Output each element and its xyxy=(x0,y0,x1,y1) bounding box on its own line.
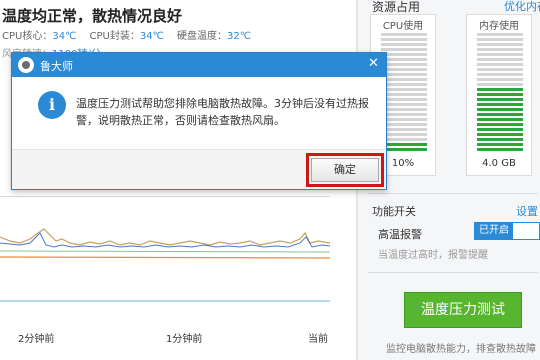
meter-segment xyxy=(477,138,523,141)
cpu-core-label: CPU核心： xyxy=(2,31,53,42)
meter-segment xyxy=(381,148,427,151)
meter-segment xyxy=(381,118,427,121)
meter-segment xyxy=(477,48,523,51)
meter-segment xyxy=(477,108,523,111)
meter-segment xyxy=(381,128,427,131)
disk-temp-value: 32℃ xyxy=(227,31,251,42)
meter-segment xyxy=(477,53,523,56)
meter-segment xyxy=(477,93,523,96)
cpu-package-value: 34℃ xyxy=(139,31,164,42)
meter-segment xyxy=(477,113,523,116)
stress-test-description: 监控电脑散热能力，排查散热故障 xyxy=(386,344,536,355)
meter-segment xyxy=(477,118,523,121)
chart-x-axis: 2分钟前 1分钟前 当前 xyxy=(0,328,336,348)
meter-segment xyxy=(477,38,523,41)
meter-segment xyxy=(381,73,427,76)
ok-button[interactable]: 确定 xyxy=(311,158,379,182)
meter-segment xyxy=(381,138,427,141)
status-headline: 温度均正常，散热情况良好 xyxy=(2,7,183,25)
meter-segment xyxy=(381,113,427,116)
meter-segment xyxy=(381,48,427,51)
tick-label-1min: 1分钟前 xyxy=(166,334,203,345)
meter-segment xyxy=(381,78,427,81)
meter-segment xyxy=(477,78,523,81)
close-icon[interactable]: ✕ xyxy=(368,56,379,71)
meter-segment xyxy=(381,93,427,96)
cpu-core-value: 34℃ xyxy=(52,31,77,42)
info-icon: i xyxy=(38,91,66,119)
meter-segment xyxy=(477,98,523,101)
settings-link[interactable]: 设置 xyxy=(516,203,538,219)
meter-segment xyxy=(381,108,427,111)
meter-segment xyxy=(477,103,523,106)
meter-segment xyxy=(381,123,427,126)
stress-test-button[interactable]: 温度压力测试 xyxy=(404,292,522,328)
meter-segment xyxy=(477,123,523,126)
memory-usage-bars xyxy=(477,33,523,153)
memory-usage-value: 4.0 GB xyxy=(482,158,516,169)
temp-line-1 xyxy=(0,228,330,246)
memory-usage-meter: 内存使用 4.0 GB xyxy=(466,14,532,176)
dialog-title: 鲁大师 xyxy=(40,60,73,73)
meter-segment xyxy=(381,68,427,71)
section-divider-2 xyxy=(368,272,538,273)
meter-segment xyxy=(477,133,523,136)
meter-segment xyxy=(477,83,523,86)
temperature-chart-svg xyxy=(0,228,330,302)
memory-usage-label: 内存使用 xyxy=(479,21,519,32)
meter-segment xyxy=(381,43,427,46)
tick-label-2min: 2分钟前 xyxy=(18,334,55,345)
cpu-package-label: CPU封装： xyxy=(89,31,140,42)
meter-segment xyxy=(477,73,523,76)
temperature-chart xyxy=(0,196,330,324)
meter-segment xyxy=(381,53,427,56)
cpu-usage-bars xyxy=(381,33,427,153)
dialog-title-bar: 鲁大师 ✕ xyxy=(12,53,386,77)
meter-segment xyxy=(477,68,523,71)
section-divider xyxy=(368,193,538,194)
meter-segment xyxy=(381,103,427,106)
high-temp-alarm-label: 高温报警 xyxy=(378,228,422,241)
high-temp-alarm-toggle[interactable]: 已开启 xyxy=(474,222,540,240)
temp-line-3 xyxy=(0,256,330,259)
meter-segment xyxy=(477,143,523,146)
meter-segment xyxy=(381,83,427,86)
meter-segment xyxy=(381,98,427,101)
ok-button-highlight: 确定 xyxy=(306,153,384,187)
meter-segment xyxy=(381,63,427,66)
cpu-usage-label: CPU使用 xyxy=(382,21,424,32)
stress-test-dialog: 鲁大师 ✕ i 温度压力测试帮助您排除电脑散热故障。3分钟后没有过热报警，说明散… xyxy=(11,52,387,190)
meter-segment xyxy=(477,33,523,36)
dialog-message: 温度压力测试帮助您排除电脑散热故障。3分钟后没有过热报警，说明散热正常，否则请检… xyxy=(76,97,369,127)
functions-title: 功能开关 xyxy=(372,205,416,218)
temp-line-4 xyxy=(0,250,330,253)
meter-segment xyxy=(381,58,427,61)
optimize-memory-link[interactable]: 优化内存 xyxy=(504,0,540,14)
alarm-description: 当温度过高时，报警提醒 xyxy=(378,250,488,261)
meter-segment xyxy=(477,148,523,151)
meter-segment xyxy=(477,128,523,131)
app-logo-icon xyxy=(18,57,34,73)
meter-segment xyxy=(381,143,427,146)
meter-segment xyxy=(381,38,427,41)
meter-segment xyxy=(477,43,523,46)
meter-segment xyxy=(477,58,523,61)
tick-label-now: 当前 xyxy=(308,334,328,345)
resources-title: 资源占用 xyxy=(372,0,421,14)
meter-segment xyxy=(477,63,523,66)
disk-temp-label: 硬盘温度： xyxy=(177,31,227,42)
meter-segment xyxy=(381,88,427,91)
meter-segment xyxy=(477,88,523,91)
temperature-readings: CPU核心：34℃ CPU封装：34℃ 硬盘温度：32℃ xyxy=(2,27,261,42)
toggle-on-text: 已开启 xyxy=(475,223,513,239)
meter-segment xyxy=(381,133,427,136)
meter-segment xyxy=(381,33,427,36)
